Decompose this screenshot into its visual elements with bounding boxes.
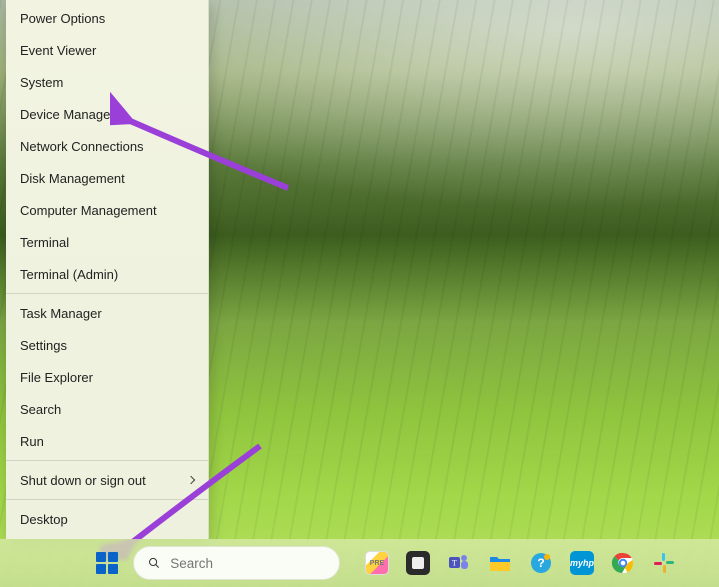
taskbar: PRE T? myhp [0, 539, 719, 587]
winx-item-terminal-admin[interactable]: Terminal (Admin) [6, 258, 208, 290]
start-button[interactable] [89, 545, 125, 581]
menu-separator [6, 293, 208, 294]
winx-item-device-manager[interactable]: Device Manager [6, 98, 208, 130]
app-dark-icon[interactable] [403, 548, 433, 578]
svg-text:?: ? [537, 556, 544, 570]
microsoft-store-icon[interactable]: PRE [362, 548, 392, 578]
winx-item-label: Settings [20, 338, 67, 353]
winx-item-network-connections[interactable]: Network Connections [6, 130, 208, 162]
taskbar-icon-label: myhp [570, 558, 594, 568]
winx-item-power-options[interactable]: Power Options [6, 2, 208, 34]
winx-item-run[interactable]: Run [6, 425, 208, 457]
winx-item-label: Run [20, 434, 44, 449]
winx-context-menu: Power Options Event Viewer System Device Ma… [6, 0, 209, 539]
winx-item-file-explorer[interactable]: File Explorer [6, 361, 208, 393]
winx-item-terminal[interactable]: Terminal [6, 226, 208, 258]
winx-item-label: Terminal [20, 235, 69, 250]
chevron-right-icon [187, 476, 195, 484]
winx-item-label: Network Connections [20, 139, 144, 154]
winx-item-label: Terminal (Admin) [20, 267, 118, 282]
winx-item-desktop[interactable]: Desktop [6, 503, 208, 535]
winx-item-label: System [20, 75, 63, 90]
winx-item-shut-down-or-sign-out[interactable]: Shut down or sign out [6, 464, 208, 496]
taskbar-search[interactable] [133, 546, 340, 580]
menu-separator [6, 499, 208, 500]
edge-assist-icon[interactable]: ? [526, 548, 556, 578]
winx-item-label: Task Manager [20, 306, 102, 321]
winx-item-label: Device Manager [20, 107, 115, 122]
winx-item-disk-management[interactable]: Disk Management [6, 162, 208, 194]
winx-item-label: Power Options [20, 11, 105, 26]
winx-item-label: Computer Management [20, 203, 157, 218]
taskbar-pinned-apps: PRE T? myhp [362, 548, 679, 578]
winx-item-event-viewer[interactable]: Event Viewer [6, 34, 208, 66]
menu-separator [6, 460, 208, 461]
winx-item-task-manager[interactable]: Task Manager [6, 297, 208, 329]
winx-item-system[interactable]: System [6, 66, 208, 98]
slack-icon[interactable] [649, 548, 679, 578]
windows-logo-icon [96, 552, 118, 574]
chrome-icon[interactable] [608, 548, 638, 578]
winx-item-label: File Explorer [20, 370, 93, 385]
teams-icon[interactable]: T [444, 548, 474, 578]
winx-item-label: Disk Management [20, 171, 125, 186]
winx-item-label: Shut down or sign out [20, 473, 146, 488]
search-icon [148, 556, 160, 570]
winx-item-search[interactable]: Search [6, 393, 208, 425]
winx-item-label: Search [20, 402, 61, 417]
myhp-icon[interactable]: myhp [567, 548, 597, 578]
winx-item-label: Desktop [20, 512, 68, 527]
svg-text:T: T [452, 559, 457, 568]
winx-item-label: Event Viewer [20, 43, 96, 58]
winx-item-computer-management[interactable]: Computer Management [6, 194, 208, 226]
search-input[interactable] [170, 556, 325, 571]
file-explorer-icon[interactable] [485, 548, 515, 578]
winx-item-settings[interactable]: Settings [6, 329, 208, 361]
